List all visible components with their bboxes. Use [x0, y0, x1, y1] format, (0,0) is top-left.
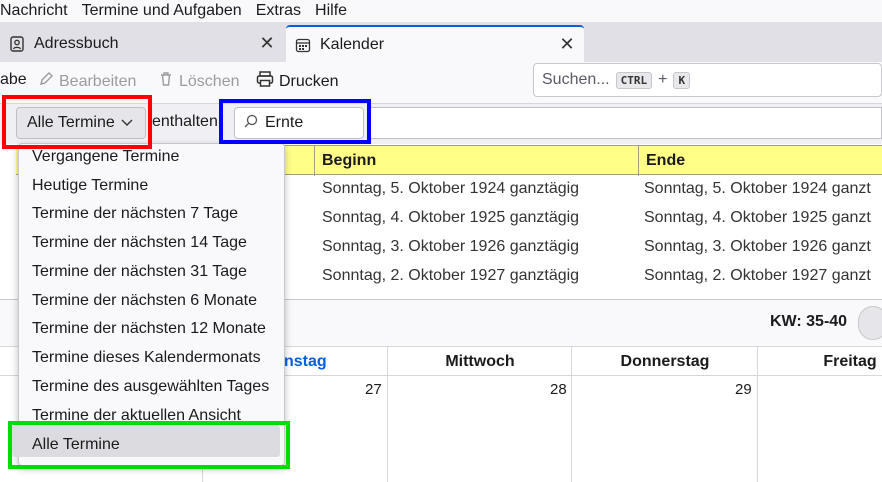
event-filter-select[interactable]: Alle Termine: [16, 107, 146, 139]
today-button[interactable]: [858, 306, 882, 340]
edit-button[interactable]: Bearbeiten: [38, 71, 136, 92]
menubar: Nachricht Termine und Aufgaben Extras Hi…: [0, 0, 882, 22]
printer-icon: [256, 71, 274, 92]
dropdown-option[interactable]: Termine der nächsten 31 Tage: [32, 263, 247, 292]
grid-line: [757, 346, 758, 482]
new-button[interactable]: abe: [0, 71, 27, 89]
row-end: Sonntag, 3. Oktober 1926 ganzt: [644, 238, 871, 255]
address-book-icon: [8, 35, 26, 53]
menu-termine-und-aufgaben[interactable]: Termine und Aufgaben: [82, 2, 242, 20]
global-search-input[interactable]: Suchen... CTRL + K: [533, 63, 882, 97]
event-search-value: Ernte: [265, 114, 304, 131]
edit-label: Bearbeiten: [59, 72, 137, 90]
shortcut-ctrl: CTRL: [615, 71, 653, 89]
dropdown-option[interactable]: Termine der aktuellen Ansicht: [32, 407, 241, 436]
column-header-beginn[interactable]: Beginn: [322, 152, 376, 170]
delete-button[interactable]: Löschen: [158, 71, 240, 92]
day-number: 29: [735, 381, 752, 398]
menu-extras[interactable]: Extras: [256, 2, 301, 20]
close-icon[interactable]: ✕: [258, 33, 276, 54]
search-icon: [243, 113, 259, 134]
dropdown-option[interactable]: Heutige Termine: [32, 177, 148, 206]
day-number: 27: [365, 381, 382, 398]
row-end: Sonntag, 5. Oktober 1924 ganzt: [644, 180, 871, 197]
tab-strip: Adressbuch ✕ Kalender ✕: [0, 22, 882, 62]
tab-label: Adressbuch: [34, 34, 119, 52]
dropdown-option[interactable]: Termine der nächsten 12 Monate: [32, 320, 266, 349]
new-button-label: abe: [0, 71, 27, 88]
event-search-field-bg[interactable]: [368, 107, 882, 139]
print-label: Drucken: [279, 72, 339, 90]
column-separator: [638, 146, 639, 176]
pencil-icon: [38, 71, 54, 92]
contains-label: enthalten: [152, 113, 218, 130]
dropdown-option[interactable]: Termine der nächsten 6 Monate: [32, 292, 257, 321]
print-button[interactable]: Drucken: [256, 71, 339, 92]
close-icon[interactable]: ✕: [558, 34, 576, 55]
dropdown-option[interactable]: Vergangene Termine: [32, 148, 179, 177]
trash-icon: [158, 71, 174, 92]
dropdown-option[interactable]: Termine der nächsten 7 Tage: [32, 205, 238, 234]
day-header-donnerstag[interactable]: Donnerstag: [572, 353, 758, 371]
menu-hilfe[interactable]: Hilfe: [315, 2, 347, 20]
row-start: Sonntag, 3. Oktober 1926 ganztägig: [322, 238, 580, 255]
day-number: 28: [550, 381, 567, 398]
dropdown-option[interactable]: Termine dieses Kalendermonats: [32, 349, 261, 378]
day-header-dienstag[interactable]: nstag: [284, 353, 327, 371]
column-header-ende[interactable]: Ende: [646, 152, 685, 170]
chevron-down-icon: [121, 114, 133, 132]
day-header-freitag[interactable]: Freitag: [758, 353, 882, 371]
shortcut-plus: +: [658, 71, 668, 88]
calendar-icon: [294, 36, 312, 54]
tab-label: Kalender: [320, 35, 385, 53]
calendar-week-label: KW: 35-40: [770, 313, 848, 330]
delete-label: Löschen: [179, 72, 240, 90]
column-separator: [314, 146, 315, 176]
day-header-mittwoch[interactable]: Mittwoch: [388, 353, 572, 371]
grid-line: [571, 346, 572, 482]
row-end: Sonntag, 2. Oktober 1927 ganzt: [644, 267, 871, 284]
dropdown-option-selected[interactable]: Alle Termine: [32, 436, 120, 465]
filter-selected-value: Alle Termine: [27, 114, 115, 131]
shortcut-k: K: [673, 71, 691, 89]
row-start: Sonntag, 2. Oktober 1927 ganztägig: [322, 267, 580, 284]
grid-line: [387, 346, 388, 482]
tab-kalender[interactable]: Kalender ✕: [286, 25, 584, 62]
dropdown-option[interactable]: Termine der nächsten 14 Tage: [32, 234, 247, 263]
menu-nachricht[interactable]: Nachricht: [0, 2, 68, 20]
row-start: Sonntag, 5. Oktober 1924 ganztägig: [322, 180, 580, 197]
row-end: Sonntag, 4. Oktober 1925 ganzt: [644, 209, 871, 226]
dropdown-option[interactable]: Termine des ausgewählten Tages: [32, 378, 269, 407]
search-placeholder: Suchen...: [542, 71, 610, 88]
tab-adressbuch[interactable]: Adressbuch ✕: [0, 25, 284, 62]
row-start: Sonntag, 4. Oktober 1925 ganztägig: [322, 209, 580, 226]
event-search-input[interactable]: Ernte: [234, 107, 364, 139]
